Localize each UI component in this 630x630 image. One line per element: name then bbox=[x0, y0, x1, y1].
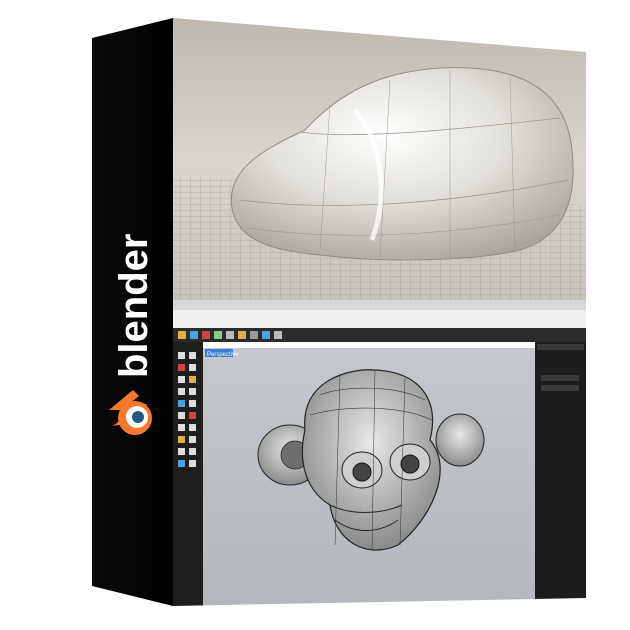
properties-tabs[interactable] bbox=[537, 344, 584, 350]
toolbar-icons[interactable] bbox=[178, 331, 282, 339]
box-front: Perspective bbox=[173, 18, 586, 606]
menu-bar[interactable] bbox=[173, 300, 586, 310]
property-field[interactable] bbox=[541, 385, 579, 391]
tool-sidebar bbox=[173, 342, 203, 606]
viewport-tab-label: Perspective bbox=[207, 352, 239, 358]
command-area bbox=[173, 310, 586, 328]
toolbar[interactable] bbox=[173, 328, 586, 342]
product-box: blender Perspective bbox=[92, 18, 586, 606]
brand-name: blender bbox=[112, 234, 156, 378]
properties-panel bbox=[535, 342, 586, 606]
property-field[interactable] bbox=[541, 375, 579, 381]
